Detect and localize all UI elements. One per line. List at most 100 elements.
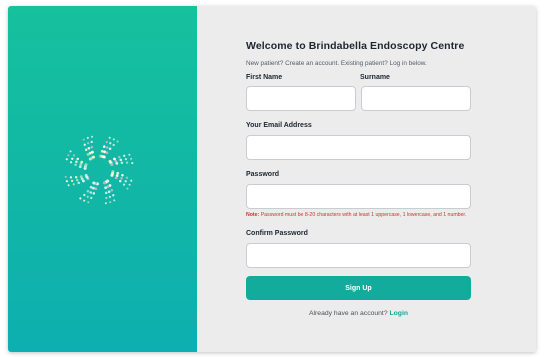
sign-up-button[interactable]: Sign Up xyxy=(246,276,471,301)
login-link[interactable]: Login xyxy=(390,310,409,317)
logo-dot xyxy=(69,150,72,153)
logo-dot xyxy=(108,195,112,199)
logo-dot xyxy=(112,138,115,141)
logo-dot xyxy=(104,186,107,190)
logo-dot xyxy=(90,140,93,144)
confirm-password-input[interactable] xyxy=(246,243,471,269)
logo-dot xyxy=(105,146,109,149)
logo-dot xyxy=(124,180,127,183)
logo-dot xyxy=(65,180,68,183)
login-prompt-text: Already have an account? xyxy=(309,310,388,318)
signup-form: Welcome to Brindabella Endoscopy Centre … xyxy=(246,40,471,317)
logo-dot xyxy=(110,189,114,192)
note-prefix: Note: xyxy=(246,212,260,218)
logo-dot xyxy=(120,176,123,180)
logo-dot xyxy=(86,141,90,145)
logo-dot xyxy=(113,199,116,202)
logo-dot xyxy=(123,154,126,157)
logo-dot xyxy=(110,173,114,177)
password-field-group: Password Note: Password must be 8-20 cha… xyxy=(246,171,471,219)
logo-dot xyxy=(107,190,111,194)
logo-dot xyxy=(74,175,78,179)
logo-dot xyxy=(126,187,129,190)
logo-dot xyxy=(87,146,91,150)
logo-dot xyxy=(119,179,122,183)
logo-dot xyxy=(89,191,93,194)
logo-dot xyxy=(77,181,80,185)
logo-dot xyxy=(130,157,133,160)
logo-dot xyxy=(74,163,77,167)
logo-dot xyxy=(67,154,70,157)
signup-panel: Welcome to Brindabella Endoscopy Centre … xyxy=(197,6,536,352)
first-name-input[interactable] xyxy=(246,86,356,111)
page-subtitle: New patient? Create an account. Existing… xyxy=(246,60,427,67)
logo-dot xyxy=(65,158,68,161)
logo-dot xyxy=(79,175,83,178)
password-requirements-note: Note: Password must be 8-20 characters w… xyxy=(246,212,471,219)
logo-dot xyxy=(102,155,106,159)
email-field-group: Your Email Address xyxy=(246,122,471,160)
logo-dot xyxy=(86,136,89,139)
logo-dot xyxy=(110,162,114,166)
logo-dot xyxy=(104,191,108,195)
surname-label: Surname xyxy=(360,74,390,81)
logo-dot xyxy=(121,173,124,177)
logo-dot xyxy=(86,195,89,198)
logo-dot xyxy=(105,196,108,200)
logo-dot xyxy=(100,149,104,153)
logo-dot xyxy=(131,162,134,165)
logo-dot xyxy=(76,157,79,161)
logo-dot xyxy=(75,178,79,182)
logo-dot xyxy=(128,183,131,186)
logo-dot xyxy=(91,150,94,154)
brand-panel xyxy=(8,6,197,352)
logo-dot xyxy=(89,185,93,189)
confirm-password-field-group: Confirm Password xyxy=(246,230,471,269)
app-window: Welcome to Brindabella Endoscopy Centre … xyxy=(8,6,536,352)
logo-dot xyxy=(72,154,76,157)
logo-dot xyxy=(69,161,73,164)
name-labels-row: First Name Surname xyxy=(246,74,471,81)
logo-dot xyxy=(128,153,131,156)
logo-dot xyxy=(92,192,96,195)
logo-dot xyxy=(116,140,119,143)
logo-dot xyxy=(84,163,88,167)
logo-dot xyxy=(112,143,115,147)
page-title: Welcome to Brindabella Endoscopy Centre xyxy=(246,40,465,52)
password-input[interactable] xyxy=(246,184,471,209)
logo-dot xyxy=(119,158,123,162)
logo-dot xyxy=(105,140,108,144)
logo-dot xyxy=(91,155,95,159)
logo-dot xyxy=(103,181,107,185)
logo-dot xyxy=(109,142,112,145)
logo-dot xyxy=(86,190,90,193)
logo-dot xyxy=(130,179,133,182)
logo-dot xyxy=(83,199,86,202)
radial-dots-logo-icon xyxy=(64,135,134,205)
logo-dot xyxy=(102,145,106,148)
logo-dot xyxy=(108,136,111,139)
logo-dot xyxy=(125,161,129,164)
logo-dot xyxy=(116,171,120,175)
logo-dot xyxy=(78,165,82,169)
logo-dot xyxy=(122,183,126,186)
logo-dot xyxy=(108,147,112,150)
logo-dot xyxy=(84,174,88,178)
logo-dot xyxy=(124,157,128,161)
logo-dot xyxy=(120,161,124,165)
logo-dot xyxy=(79,197,82,200)
email-input[interactable] xyxy=(246,135,471,160)
name-inputs-row xyxy=(246,86,471,111)
surname-input[interactable] xyxy=(361,86,471,111)
login-prompt-line: Already have an account? Login xyxy=(246,310,471,317)
logo-dot xyxy=(90,196,93,200)
logo-dot xyxy=(72,183,75,186)
logo-dot xyxy=(118,155,121,159)
password-label: Password xyxy=(246,171,280,178)
logo-dot xyxy=(64,175,67,178)
logo-dot xyxy=(71,157,74,160)
logo-dot xyxy=(104,202,107,205)
logo-dot xyxy=(80,160,84,164)
logo-dot xyxy=(83,193,86,197)
first-name-label: First Name xyxy=(246,74,283,81)
